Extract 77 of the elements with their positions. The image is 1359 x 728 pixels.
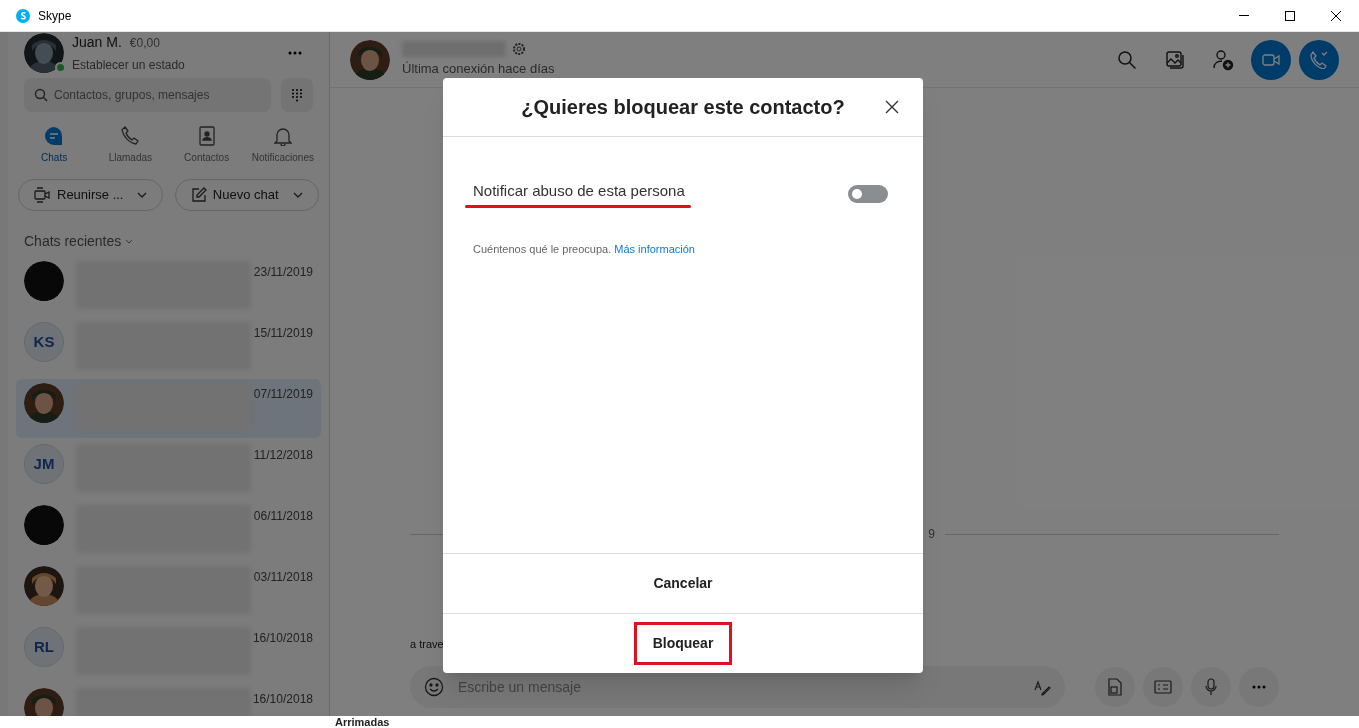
chat-date: 06/11/2018 <box>253 508 313 525</box>
dial-pad-icon <box>292 88 302 102</box>
nav-tab[interactable]: Notificaciones <box>244 126 321 165</box>
bell-icon <box>273 126 292 146</box>
close-icon <box>1331 10 1341 21</box>
file-icon <box>1107 678 1123 696</box>
section-heading[interactable]: Chats recientes <box>24 230 122 252</box>
chat-date: 16/10/2018 <box>252 630 313 647</box>
chevron-down-icon <box>137 192 148 198</box>
status-link[interactable]: Establecer un estado <box>72 56 275 74</box>
nav-tab[interactable]: Contactos <box>168 126 245 165</box>
chat-date: 11/12/2018 <box>253 447 313 464</box>
message-text: a trave <box>410 637 444 652</box>
chat-list-item[interactable]: 03/11/2018 <box>16 562 321 621</box>
microphone-icon <box>1205 678 1217 696</box>
microphone-button[interactable] <box>1191 667 1231 707</box>
phone-icon <box>1310 50 1328 69</box>
pen-icon[interactable] <box>1033 678 1051 696</box>
maximize-icon <box>1285 10 1295 21</box>
cancel-button[interactable]: Cancelar <box>634 562 732 605</box>
contact-card-button[interactable] <box>1143 667 1183 707</box>
initials-avatar: KS <box>24 322 64 362</box>
chat-date: 16/10/2018 <box>252 691 313 708</box>
more-info-link[interactable]: Más información <box>614 242 695 255</box>
search-icon <box>1117 49 1137 70</box>
chevron-down-icon <box>292 192 303 198</box>
chat-date: 03/11/2018 <box>253 569 313 586</box>
chevron-down-icon <box>125 238 134 244</box>
credit-balance: €0,00 <box>129 35 160 52</box>
attach-file-button[interactable] <box>1095 667 1135 707</box>
block-button[interactable]: Bloquear <box>633 622 733 665</box>
chat-list-item[interactable]: 06/11/2018 <box>16 501 321 560</box>
nav-tab[interactable]: Llamadas <box>92 126 169 165</box>
phone-icon <box>121 126 140 146</box>
chat-list-item[interactable]: RL 16/10/2018 <box>16 623 321 682</box>
emoji-icon[interactable] <box>424 677 444 697</box>
add-person-icon <box>1212 48 1234 71</box>
chat-list-item[interactable]: 16/10/2018 <box>16 684 321 716</box>
toggle-label: Notificar abuso de esta persona <box>473 181 685 201</box>
chat-bubble-icon <box>44 126 65 146</box>
more-icon <box>288 51 302 55</box>
chat-date: 15/11/2019 <box>253 325 313 342</box>
chat-list-item[interactable]: 23/11/2019 <box>16 257 321 316</box>
video-call-button[interactable] <box>1251 39 1291 80</box>
search-field[interactable]: Contactos, grupos, mensajes <box>24 78 271 112</box>
app-logo-icon <box>16 8 30 23</box>
video-camera-icon <box>1262 53 1280 66</box>
chat-list-item[interactable]: KS 15/11/2019 <box>16 318 321 377</box>
chat-list-item[interactable]: 07/11/2019 <box>16 379 321 438</box>
chat-list-item[interactable]: JM 11/12/2018 <box>16 440 321 499</box>
initials-avatar: RL <box>24 627 64 667</box>
dial-pad-button[interactable] <box>281 78 313 112</box>
minimize-icon <box>1239 15 1249 16</box>
image-icon <box>1165 49 1185 70</box>
address-book-icon <box>198 126 215 146</box>
more-icon <box>1252 685 1266 689</box>
chat-date: 07/11/2019 <box>253 386 313 403</box>
window-title: Skype <box>38 7 72 25</box>
more-options-button[interactable] <box>1239 667 1279 707</box>
close-button[interactable] <box>883 98 901 116</box>
close-icon <box>885 100 899 114</box>
chat-date: 23/11/2019 <box>253 264 313 281</box>
initials-avatar: JM <box>24 444 64 484</box>
hint-text: Cuéntenos qué le preocupa. Más información <box>473 241 696 257</box>
toggle-switch[interactable] <box>848 184 888 203</box>
profile-name: Juan M. <box>72 33 122 52</box>
dialog-title: ¿Quieres bloquear este contacto? <box>521 95 845 120</box>
video-meeting-icon <box>33 187 51 203</box>
date-divider-text: 9 <box>928 526 935 543</box>
last-seen-text: Última conexión hace días <box>402 59 555 78</box>
search-icon <box>34 88 48 102</box>
id-card-icon <box>1154 680 1172 694</box>
nav-tab[interactable]: Chats <box>16 126 93 165</box>
settings-icon[interactable] <box>512 41 526 56</box>
page-heading: Arrimadas <box>335 716 390 728</box>
compose-icon <box>190 187 207 203</box>
audio-call-button[interactable] <box>1299 39 1339 80</box>
